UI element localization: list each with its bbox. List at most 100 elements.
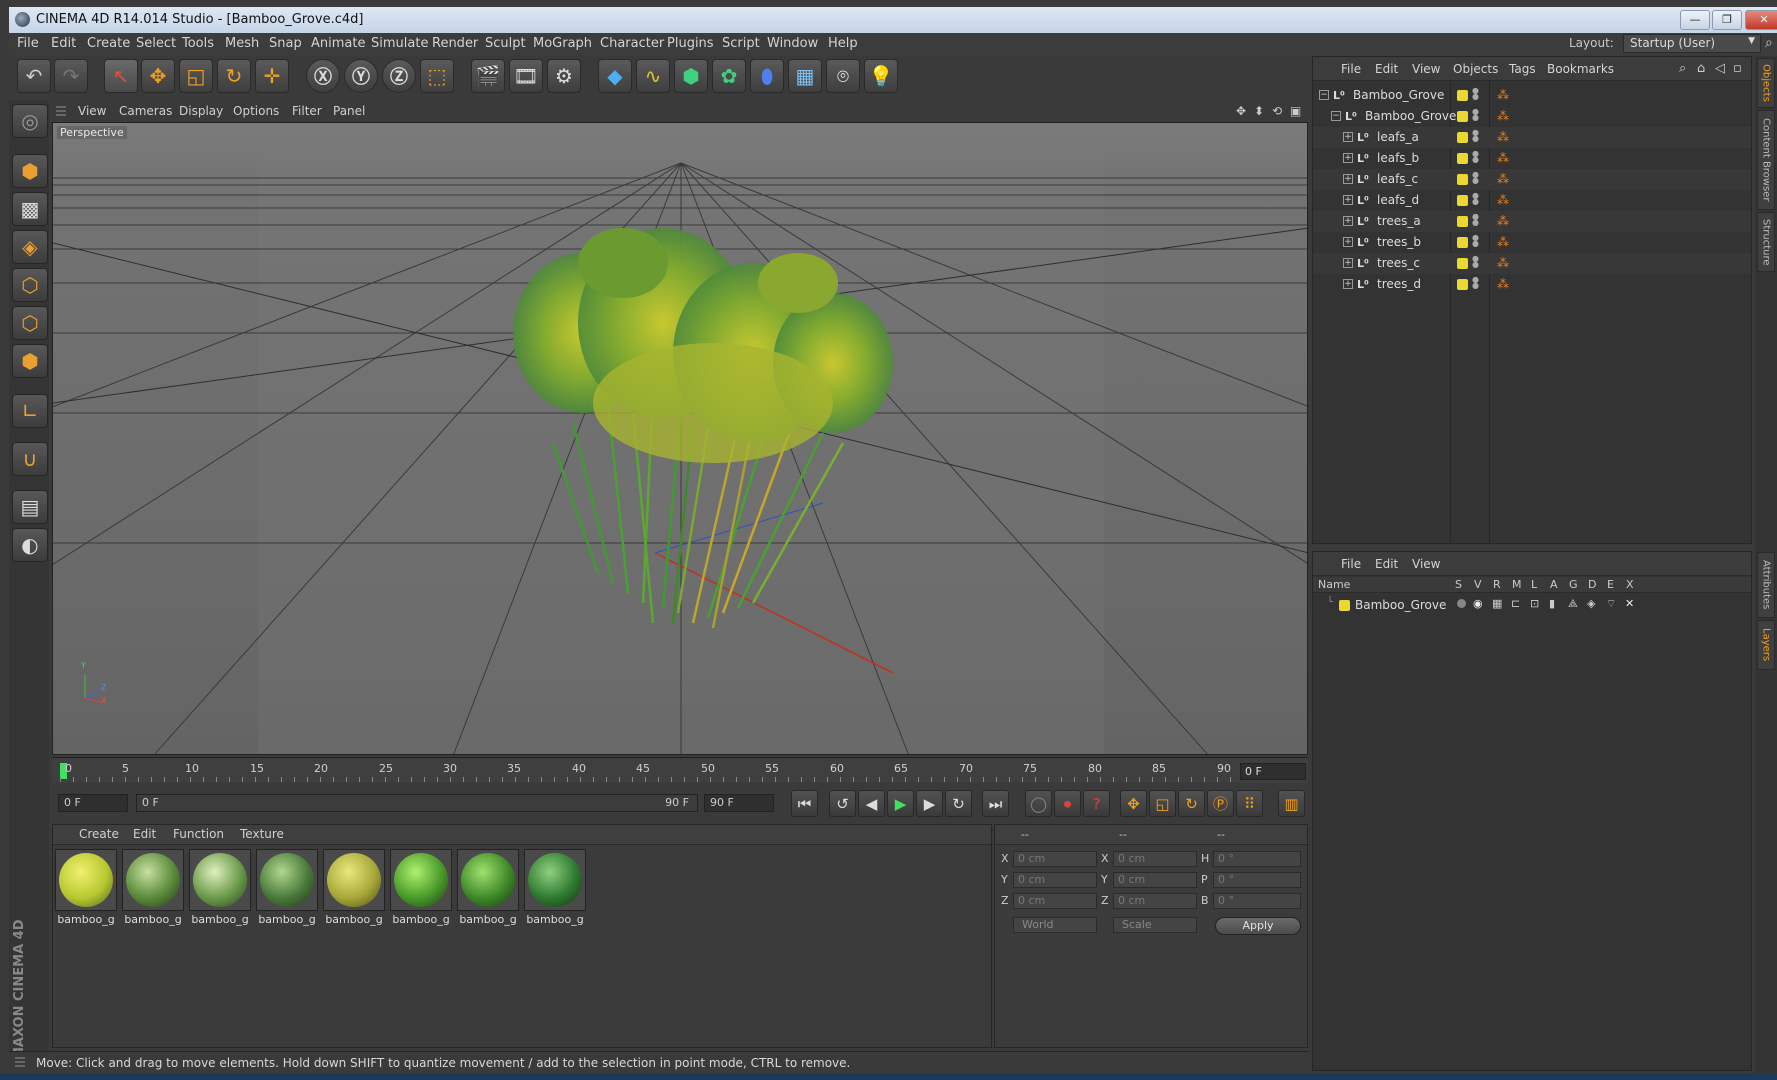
make-editable-icon[interactable]: ◎ [12,104,48,138]
rotation-b-field[interactable]: 0 ° [1213,893,1301,909]
material-swatch[interactable]: bamboo_g [524,849,586,929]
vp-menu-view[interactable]: View [78,104,106,118]
layer-color-icon[interactable] [1457,132,1468,143]
col-deformers[interactable]: D [1588,578,1596,591]
menu-create[interactable]: Create [87,36,130,51]
obj-menu-objects[interactable]: Objects [1453,62,1498,76]
obj-menu-tags[interactable]: Tags [1509,62,1536,76]
menu-mesh[interactable]: Mesh [225,36,259,51]
col-name[interactable]: Name [1318,578,1350,591]
object-row[interactable]: + L⁰ leafs_c ● ● ⁂ [1313,169,1751,190]
lock-icon[interactable]: ⊡ [1530,597,1539,610]
object-row[interactable]: + L⁰ trees_d ● ● ⁂ [1313,274,1751,295]
tag-icon[interactable]: ⁂ [1497,88,1509,102]
vp-menu-panel[interactable]: Panel [333,104,365,118]
points-mode-icon[interactable]: ⬡ [12,268,48,302]
col-render[interactable]: R [1493,578,1501,591]
obj-menu-view[interactable]: View [1412,62,1440,76]
solo-icon[interactable] [1457,599,1466,608]
layer-color-icon[interactable] [1457,90,1468,101]
menu-script[interactable]: Script [722,36,760,51]
polygons-mode-icon[interactable]: ⬢ [12,344,48,378]
deformer-icon[interactable]: ⬮ [750,59,784,93]
zoom-icon[interactable]: ⬍ [1254,104,1264,118]
size-y-field[interactable]: 0 cm [1113,872,1197,888]
close-button[interactable]: ✕ [1745,10,1777,30]
orbit-icon[interactable]: ⟲ [1272,104,1282,118]
undo-icon[interactable]: ↶ [17,59,51,93]
menu-simulate[interactable]: Simulate [371,36,428,51]
expand-icon[interactable]: + [1343,132,1353,142]
record-keys-icon[interactable]: ◯ [1025,790,1052,817]
menu-file[interactable]: File [17,36,39,51]
go-to-start-icon[interactable]: ⏮ [791,790,818,817]
col-expressions[interactable]: E [1607,578,1614,591]
snap-magnet-icon[interactable]: ∪ [12,442,48,476]
menu-window[interactable]: Window [767,36,818,51]
home-icon[interactable]: ⌂ [1697,61,1705,76]
object-row[interactable]: − L⁰ Bamboo_Grove ● ● ⁂ [1313,85,1751,106]
preview-start-field[interactable]: 0 F [58,794,128,812]
animation-icon[interactable]: ▮ [1549,597,1555,610]
mat-menu-function[interactable]: Function [173,827,224,841]
menu-help[interactable]: Help [828,36,858,51]
expand-icon[interactable]: + [1343,216,1353,226]
rotate-icon[interactable]: ↻ [217,59,251,93]
maximize-view-icon[interactable]: ▣ [1290,104,1301,118]
search-icon[interactable]: ⌕ [1679,61,1686,76]
visibility-dots-icon[interactable]: ● ● [1472,87,1479,101]
manager-icon[interactable]: ⊏ [1511,597,1520,610]
position-z-field[interactable]: 0 cm [1013,893,1097,909]
expression-icon[interactable]: ⌔ [1606,597,1616,611]
visibility-dots-icon[interactable]: ● ● [1472,276,1479,290]
xref-icon[interactable]: ✕ [1625,597,1634,610]
menu-render[interactable]: Render [432,36,478,51]
layer-color-icon[interactable] [1457,237,1468,248]
position-x-field[interactable]: 0 cm [1013,851,1097,867]
obj-menu-bookmarks[interactable]: Bookmarks [1547,62,1614,76]
layer-color-icon[interactable] [1457,195,1468,206]
tab-content-browser[interactable]: Content Browser [1757,110,1775,210]
menu-character[interactable]: Character [600,36,664,51]
render-view-icon[interactable]: 🎬 [471,59,505,93]
x-axis-icon[interactable]: Ⓧ [306,59,340,93]
obj-menu-file[interactable]: File [1341,62,1361,76]
layout-select[interactable]: Startup (User) ▼ [1623,34,1761,53]
go-to-next-key-icon[interactable]: ↻ [945,790,972,817]
tag-icon[interactable]: ⁂ [1497,130,1509,144]
axis-mode-icon[interactable]: ∟ [12,394,48,428]
move-icon[interactable]: ✥ [141,59,175,93]
object-row[interactable]: + L⁰ leafs_d ● ● ⁂ [1313,190,1751,211]
autokeying-icon[interactable]: ⏺ [1054,790,1081,817]
preview-end-field[interactable]: 90 F [704,794,774,812]
layer-menu-edit[interactable]: Edit [1375,557,1398,571]
coordinate-system-icon[interactable]: ⬚ [420,59,454,93]
add-icon[interactable]: ✛ [255,59,289,93]
menu-tools[interactable]: Tools [182,36,214,51]
restore-button[interactable]: ❐ [1712,10,1742,30]
cube-icon[interactable]: ◆ [598,59,632,93]
material-swatch[interactable]: bamboo_g [457,849,519,929]
col-generators[interactable]: G [1569,578,1578,591]
menu-mograph[interactable]: MoGraph [533,36,592,51]
edges-mode-icon[interactable]: ⬡ [12,306,48,340]
keyframe-selection-icon[interactable]: ? [1083,790,1110,817]
expand-icon[interactable]: + [1343,153,1353,163]
apply-button[interactable]: Apply [1215,917,1301,935]
tag-icon[interactable]: ⁂ [1497,109,1509,123]
menu-select[interactable]: Select [136,36,176,51]
menu-sculpt[interactable]: Sculpt [485,36,526,51]
collapse-icon[interactable]: − [1319,90,1329,100]
spline-pen-icon[interactable]: ∿ [636,59,670,93]
tag-icon[interactable]: ⁂ [1497,277,1509,291]
deformer-icon[interactable]: ◈ [1587,597,1595,610]
object-row[interactable]: + L⁰ trees_b ● ● ⁂ [1313,232,1751,253]
tab-attributes[interactable]: Attributes [1757,552,1775,618]
pan-icon[interactable]: ✥ [1236,104,1246,118]
expand-icon[interactable]: + [1343,195,1353,205]
col-animation[interactable]: A [1550,578,1558,591]
layer-color-icon[interactable] [1339,600,1350,611]
object-row[interactable]: + L⁰ trees_c ● ● ⁂ [1313,253,1751,274]
col-locked[interactable]: L [1531,578,1537,591]
mat-menu-texture[interactable]: Texture [240,827,284,841]
